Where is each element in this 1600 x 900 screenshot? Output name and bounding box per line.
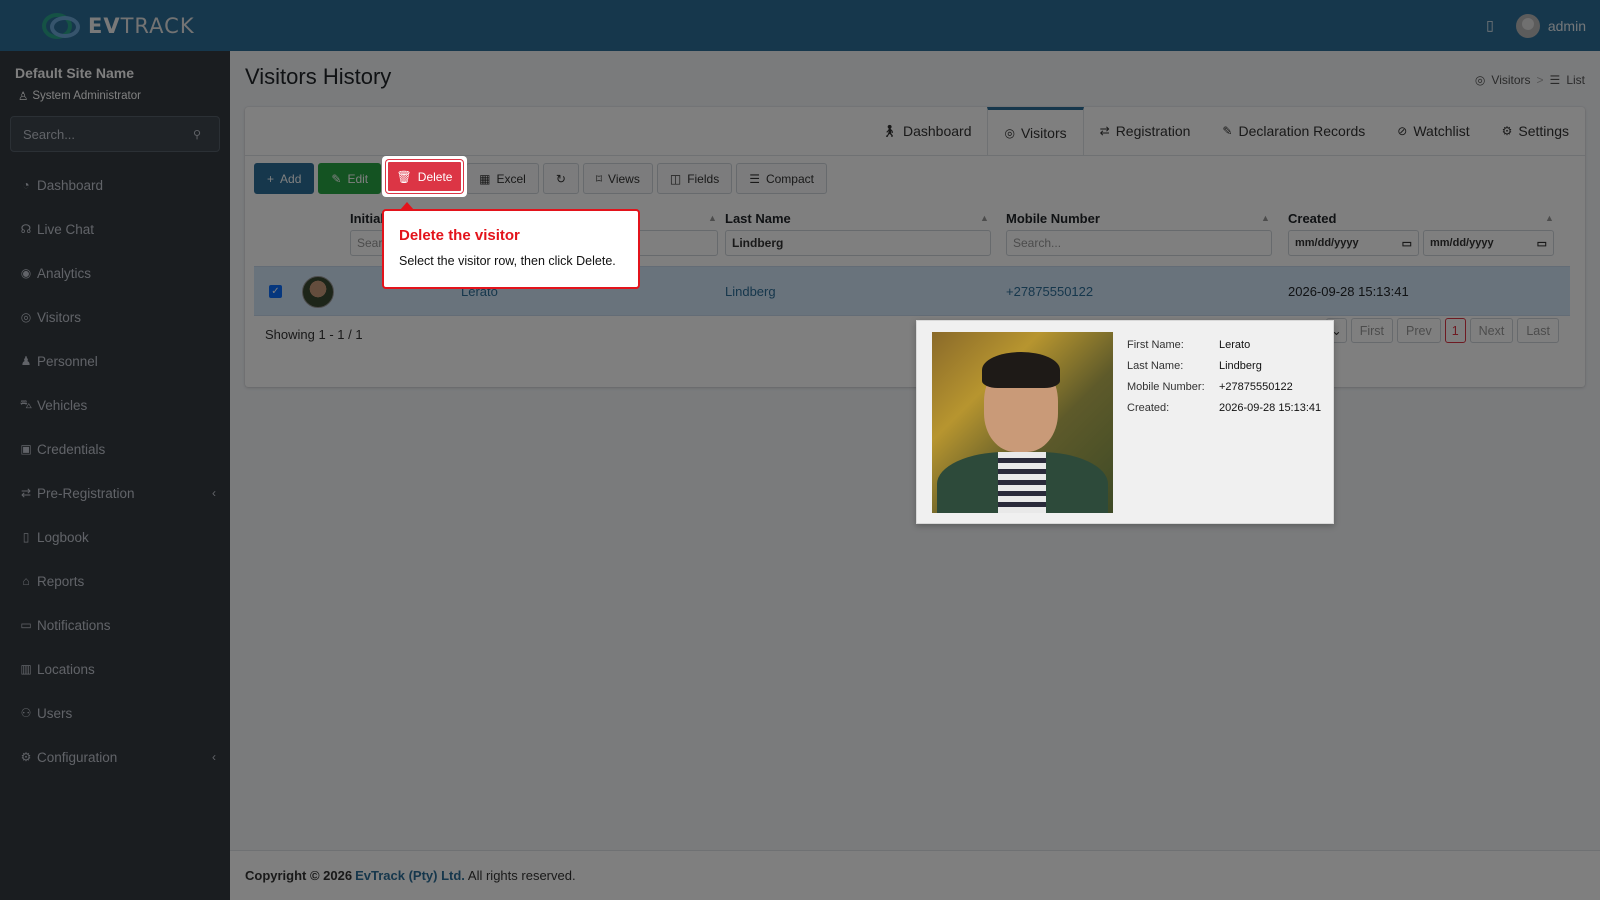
tooltip-body: Select the visitor row, then click Delet… <box>399 254 616 268</box>
tour-tooltip: Delete the visitor Select the visitor ro… <box>382 202 640 289</box>
delete-highlight: 🗑︎ Delete <box>382 156 467 197</box>
visitor-photo <box>932 332 1113 513</box>
visitor-preview-popover: First Name: Last Name: Mobile Number: Cr… <box>916 320 1334 524</box>
preview-labels: First Name: Last Name: Mobile Number: Cr… <box>1127 339 1205 414</box>
tooltip-title: Delete the visitor <box>399 227 520 244</box>
tour-overlay <box>0 0 1600 900</box>
preview-values: Lerato Lindberg +27875550122 2026-09-28 … <box>1219 339 1322 414</box>
delete-button[interactable]: 🗑︎ Delete <box>386 160 463 193</box>
trash-icon: 🗑︎ <box>396 169 412 184</box>
